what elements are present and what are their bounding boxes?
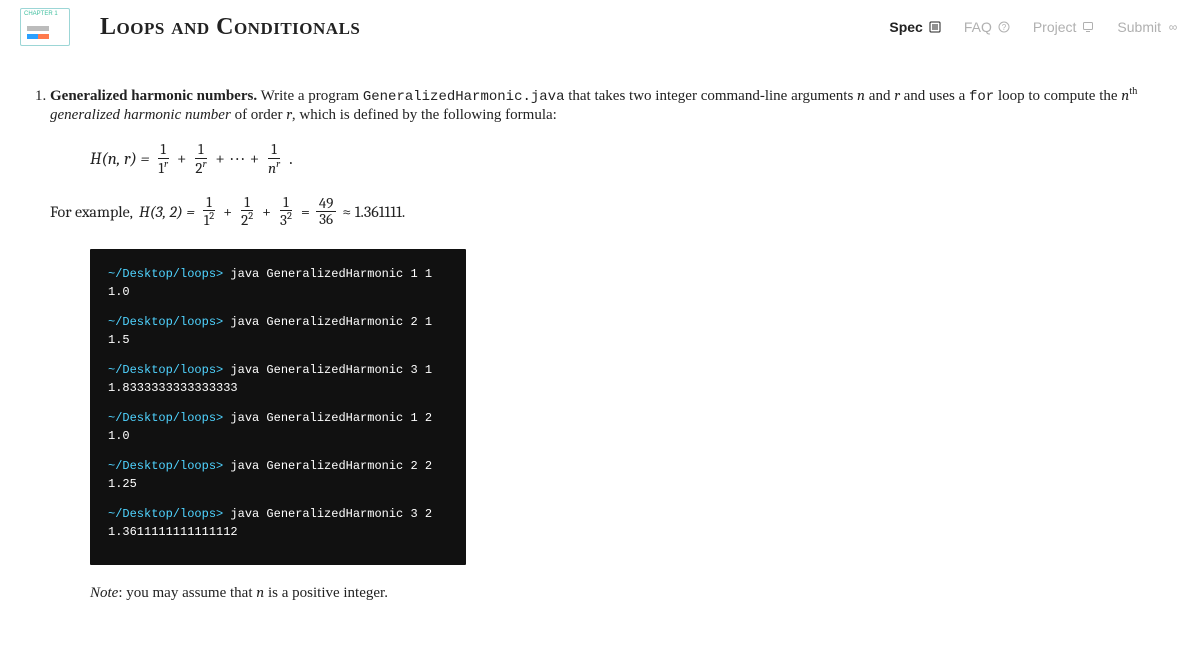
frac-2: 1 2r bbox=[192, 142, 209, 177]
nav-faq-label: FAQ bbox=[964, 19, 992, 35]
program-name: GeneralizedHarmonic.java bbox=[363, 89, 565, 105]
infinity-icon: ∞ bbox=[1166, 20, 1180, 34]
terminal-block: ~/Desktop/loops> java GeneralizedHarmoni… bbox=[108, 505, 448, 541]
problem-item: Generalized harmonic numbers. Write a pr… bbox=[50, 86, 1170, 602]
terminal-prompt: ~/Desktop/loops> bbox=[108, 459, 230, 473]
terminal-output: 1.5 bbox=[108, 331, 448, 349]
terminal-output: 1.8333333333333333 bbox=[108, 379, 448, 397]
formula: H(n, r) = 1 1r + 1 2r + · · · + 1 bbox=[90, 142, 1170, 177]
term-name: generalized harmonic number bbox=[50, 107, 231, 123]
terminal-output: 1.0 bbox=[108, 283, 448, 301]
terminal-block: ~/Desktop/loops> java GeneralizedHarmoni… bbox=[108, 457, 448, 493]
page-title: Loops and Conditionals bbox=[100, 14, 360, 41]
download-icon bbox=[1081, 20, 1095, 34]
example: For example, H(3, 2) = 112 + 122 + 132 =… bbox=[50, 195, 1170, 230]
terminal-prompt: ~/Desktop/loops> bbox=[108, 267, 230, 281]
terminal-command: java GeneralizedHarmonic 1 1 bbox=[230, 267, 432, 281]
frac-n: 1 nr bbox=[265, 142, 283, 177]
terminal-prompt: ~/Desktop/loops> bbox=[108, 507, 230, 521]
terminal-block: ~/Desktop/loops> java GeneralizedHarmoni… bbox=[108, 409, 448, 445]
list-icon bbox=[928, 20, 942, 34]
terminal-prompt: ~/Desktop/loops> bbox=[108, 411, 230, 425]
terminal-command: java GeneralizedHarmonic 2 1 bbox=[230, 315, 432, 329]
nav-project[interactable]: Project bbox=[1033, 19, 1096, 35]
logo: CHAPTER 1 bbox=[20, 8, 70, 46]
terminal-output: 1.25 bbox=[108, 475, 448, 493]
terminal-command: java GeneralizedHarmonic 2 2 bbox=[230, 459, 432, 473]
nav-spec-label: Spec bbox=[889, 19, 922, 35]
content: Generalized harmonic numbers. Write a pr… bbox=[0, 56, 1200, 652]
terminal-block: ~/Desktop/loops> java GeneralizedHarmoni… bbox=[108, 313, 448, 349]
frac-1: 1 1r bbox=[156, 142, 171, 177]
problem-list: Generalized harmonic numbers. Write a pr… bbox=[30, 86, 1170, 602]
terminal-output: 1.0 bbox=[108, 427, 448, 445]
terminal-prompt: ~/Desktop/loops> bbox=[108, 363, 230, 377]
note: Note: you may assume that n is a positiv… bbox=[90, 583, 1170, 602]
terminal-block: ~/Desktop/loops> java GeneralizedHarmoni… bbox=[108, 361, 448, 397]
terminal-command: java GeneralizedHarmonic 3 1 bbox=[230, 363, 432, 377]
terminal-block: ~/Desktop/loops> java GeneralizedHarmoni… bbox=[108, 265, 448, 301]
nav-faq[interactable]: FAQ ? bbox=[964, 19, 1011, 35]
nav-spec[interactable]: Spec bbox=[889, 19, 941, 35]
topbar: CHAPTER 1 Loops and Conditionals Spec FA… bbox=[0, 0, 1200, 56]
nav-submit[interactable]: Submit ∞ bbox=[1117, 19, 1180, 35]
problem-desc: Generalized harmonic numbers. Write a pr… bbox=[50, 88, 1137, 123]
terminal-prompt: ~/Desktop/loops> bbox=[108, 315, 230, 329]
svg-text:?: ? bbox=[1002, 23, 1007, 32]
nav: Spec FAQ ? Project bbox=[889, 19, 1180, 35]
nav-submit-label: Submit bbox=[1117, 19, 1161, 35]
terminal-output: 1.3611111111111112 bbox=[108, 523, 448, 541]
terminal-command: java GeneralizedHarmonic 3 2 bbox=[230, 507, 432, 521]
help-icon: ? bbox=[997, 20, 1011, 34]
problem-title: Generalized harmonic numbers. bbox=[50, 88, 257, 104]
terminal-command: java GeneralizedHarmonic 1 2 bbox=[230, 411, 432, 425]
nav-project-label: Project bbox=[1033, 19, 1077, 35]
terminal: ~/Desktop/loops> java GeneralizedHarmoni… bbox=[90, 249, 466, 565]
